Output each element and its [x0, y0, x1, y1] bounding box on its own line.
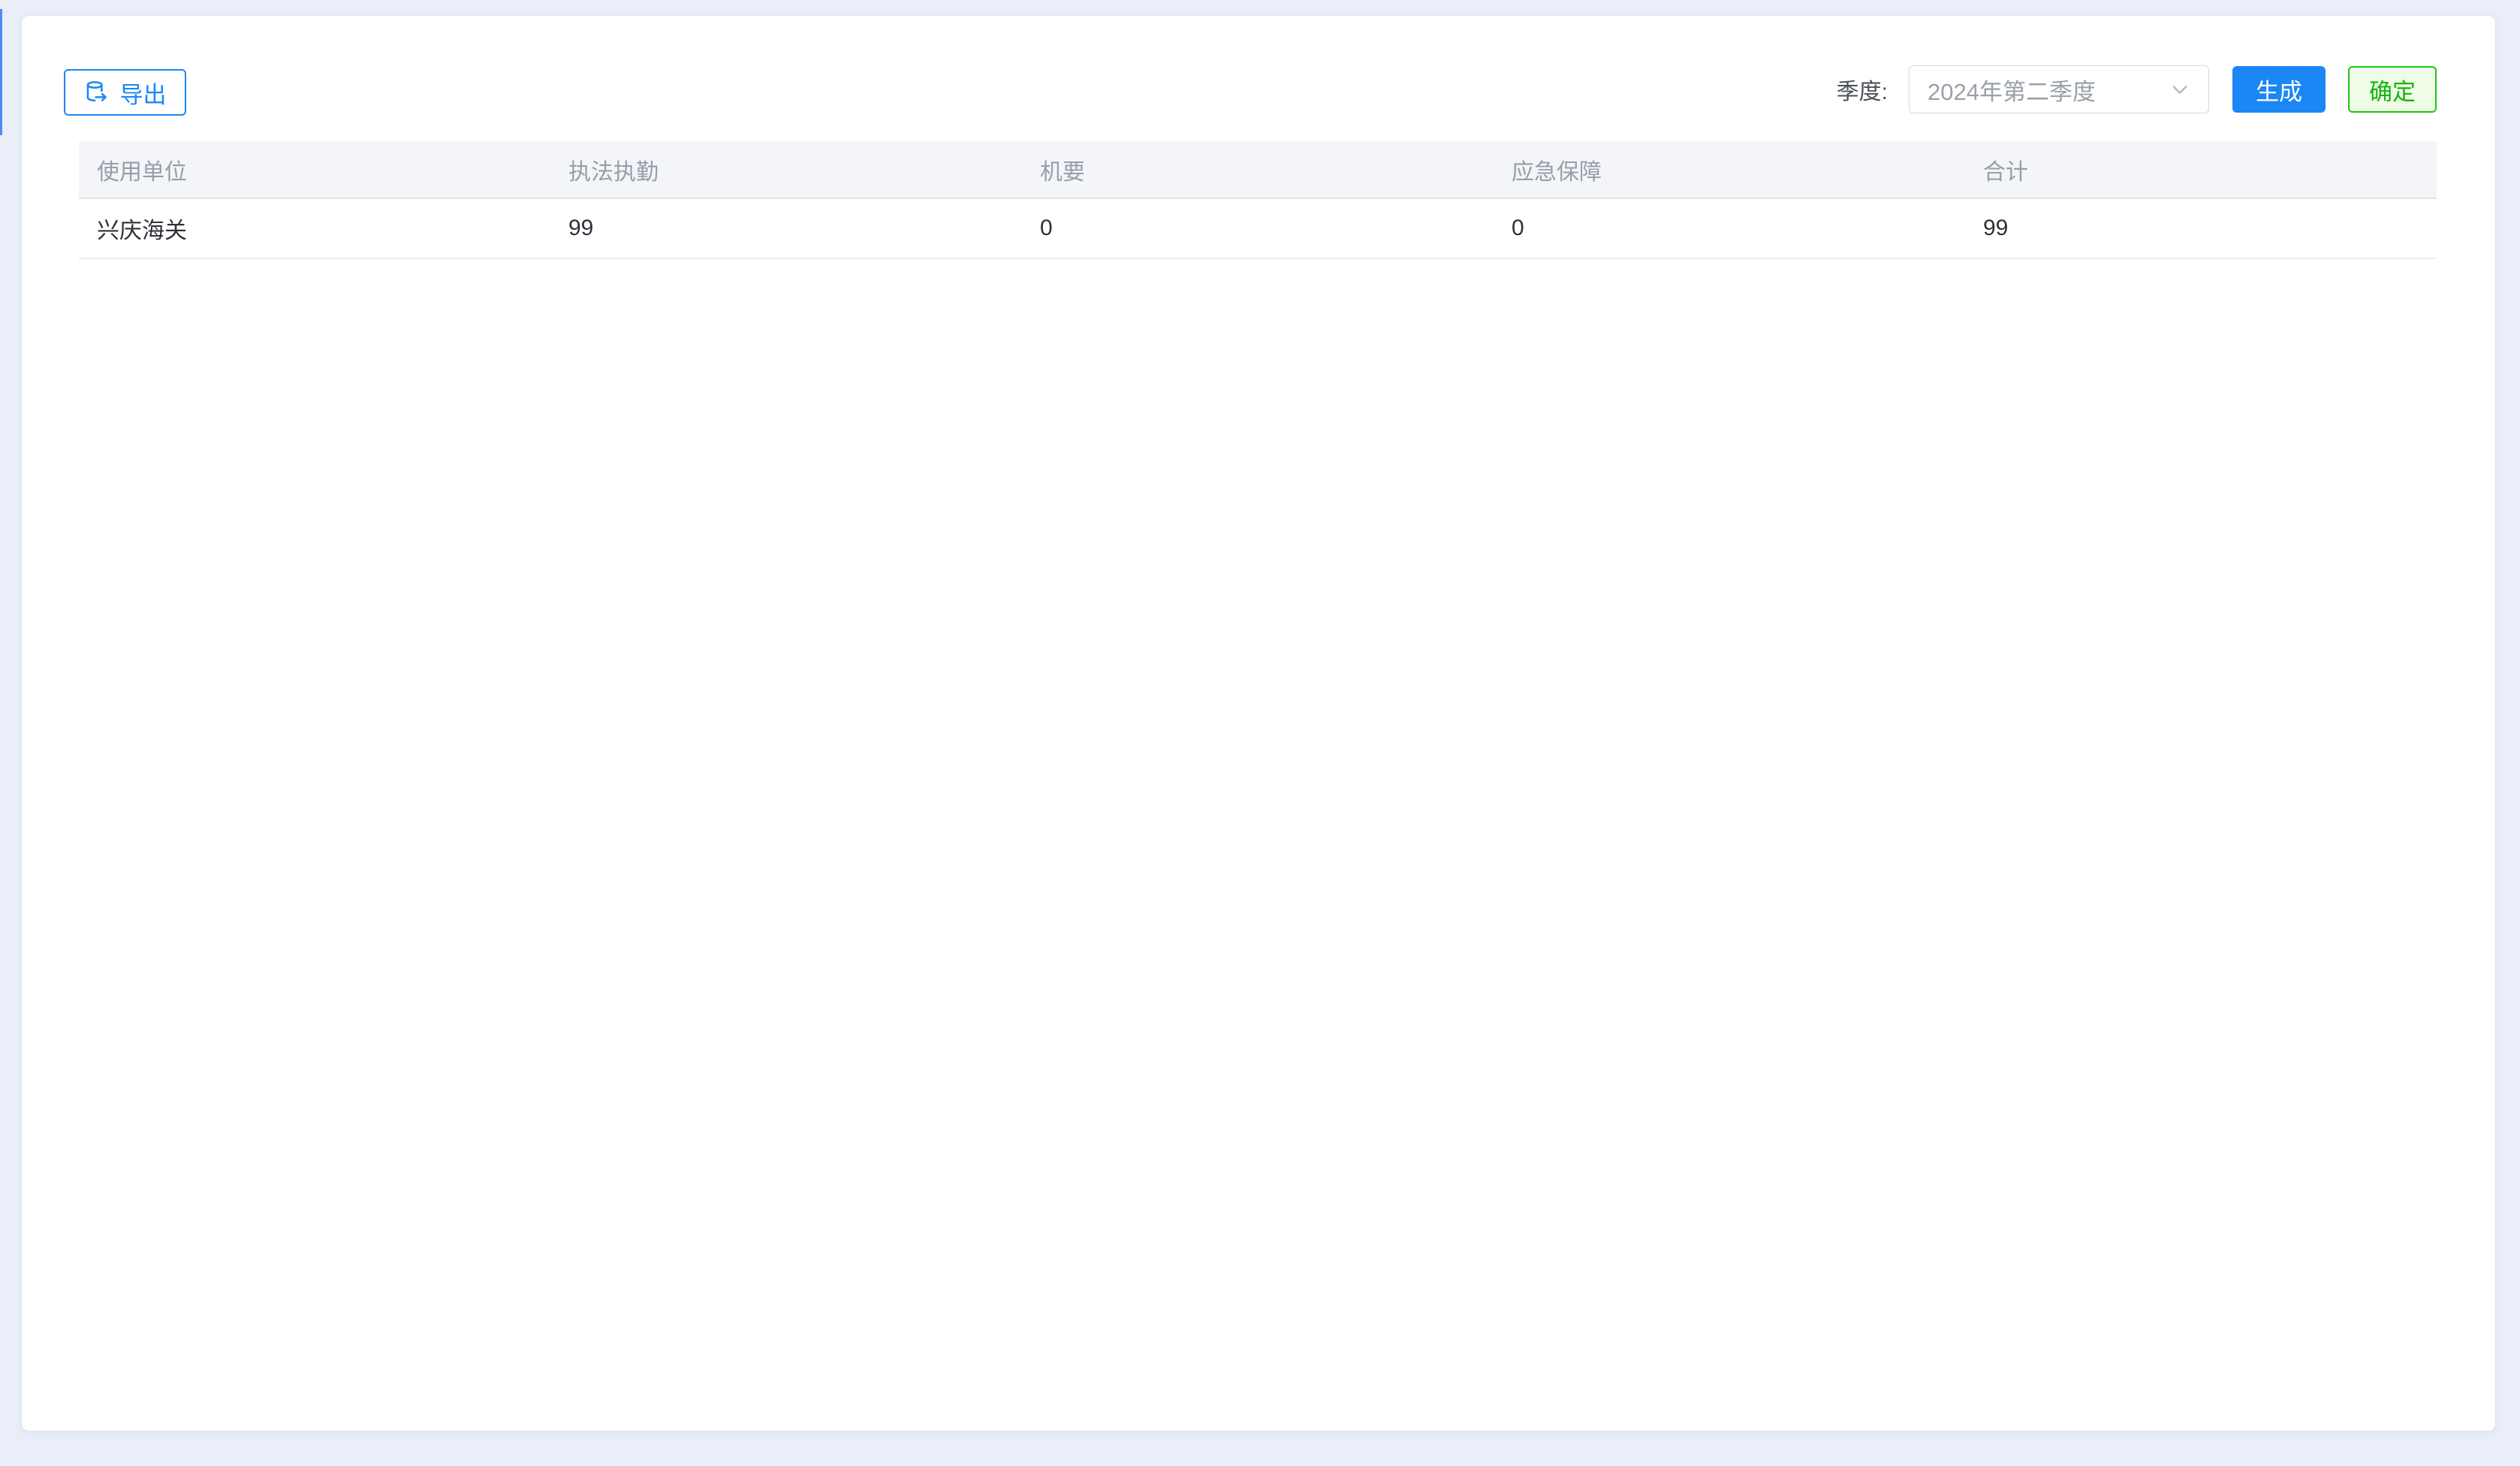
quarter-label: 季度:	[1837, 73, 1888, 106]
export-button[interactable]: 导出	[64, 69, 186, 116]
cell-total: 99	[1965, 199, 2437, 258]
export-button-label: 导出	[120, 76, 167, 110]
generate-button[interactable]: 生成	[2232, 66, 2326, 113]
database-export-icon	[84, 80, 110, 105]
usage-table: 使用单位 执法执勤 机要 应急保障 合计 兴庆海关 99 0 0 99	[79, 141, 2437, 259]
table-header-row: 使用单位 执法执勤 机要 应急保障 合计	[79, 141, 2437, 199]
cell-emergency: 0	[1494, 199, 1965, 258]
table-row[interactable]: 兴庆海关 99 0 0 99	[79, 199, 2437, 259]
quarter-select-value: 2024年第二季度	[1928, 73, 2160, 107]
quarter-select[interactable]: 2024年第二季度	[1909, 65, 2209, 113]
content-card: 导出 季度: 2024年第二季度 生成 确定 使用单位 执法执勤 机要 应急保障…	[21, 15, 2496, 1431]
column-header-confidential: 机要	[1022, 141, 1494, 198]
left-edge-accent	[0, 9, 2, 135]
column-header-enforcement: 执法执勤	[550, 141, 1022, 198]
confirm-button-label: 确定	[2369, 73, 2416, 107]
generate-button-label: 生成	[2256, 73, 2302, 107]
column-header-emergency: 应急保障	[1494, 141, 1965, 198]
confirm-button[interactable]: 确定	[2348, 66, 2437, 113]
chevron-down-icon	[2169, 79, 2190, 100]
cell-unit: 兴庆海关	[79, 199, 550, 258]
column-header-total: 合计	[1965, 141, 2437, 198]
quarter-controls: 季度: 2024年第二季度 生成 确定	[1837, 65, 2437, 114]
cell-confidential: 0	[1022, 199, 1494, 258]
cell-enforcement: 99	[550, 199, 1022, 258]
column-header-unit: 使用单位	[79, 141, 550, 198]
